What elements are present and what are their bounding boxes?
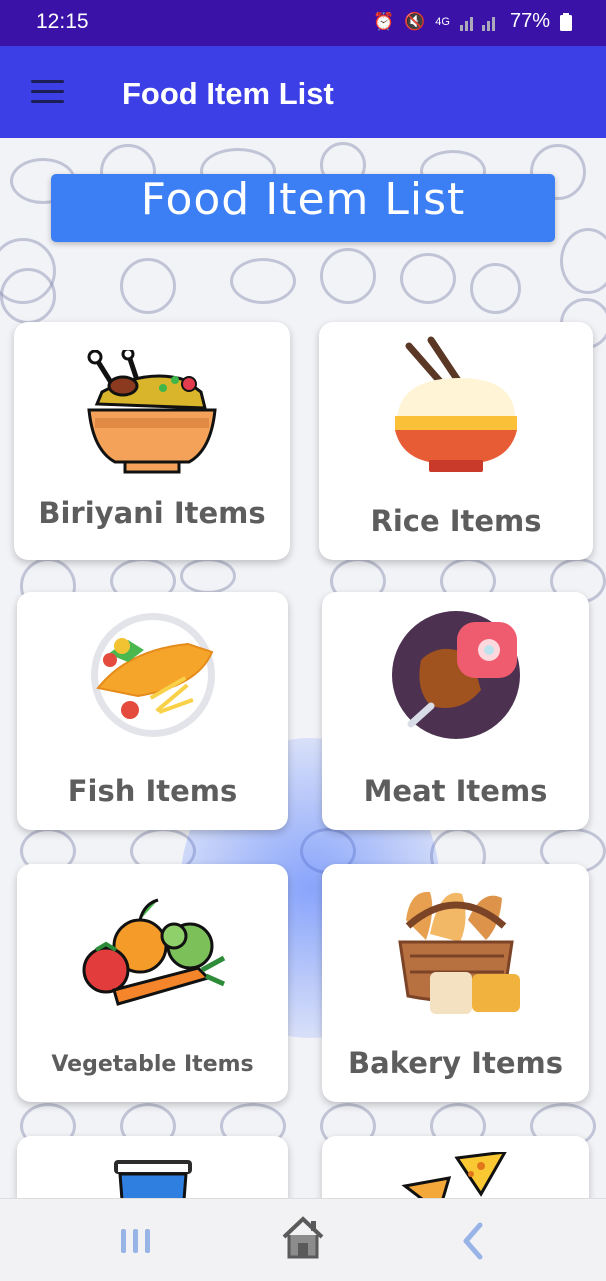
biriyani-bowl-icon [87,350,217,474]
category-card-drink[interactable] [17,1136,288,1198]
category-card-fish[interactable]: Fish Items [17,592,288,830]
card-label: Meat Items [363,774,548,808]
battery-icon [560,12,572,31]
alarm-icon: ⏰ [372,11,395,31]
recent-apps-icon[interactable] [118,1223,154,1259]
banner-title: Food Item List [140,174,466,225]
card-label: Bakery Items [348,1046,563,1080]
card-label: Vegetable Items [51,1052,254,1077]
status-time: 12:15 [36,10,89,33]
app-bar-title: Food Item List [122,76,334,111]
content-area[interactable]: Food Item List Biriyani Items Rice Items [0,138,606,1198]
category-card-rice[interactable]: Rice Items [319,322,593,560]
card-label: Rice Items [370,504,542,538]
signal-label: 4G [435,15,450,28]
category-card-snacks[interactable] [322,1136,589,1198]
system-nav-bar [0,1198,606,1281]
nachos-icon [400,1152,507,1198]
hamburger-menu-icon[interactable] [31,80,64,104]
category-card-bakery[interactable]: Bakery Items [322,864,589,1102]
status-bar: 12:15 ⏰ 🔇 4G 77% [0,0,606,46]
category-card-biriyani[interactable]: Biriyani Items [14,322,290,560]
page-banner: Food Item List [51,174,555,242]
category-card-vegetable[interactable]: Vegetable Items [17,864,288,1102]
home-icon[interactable] [280,1215,326,1261]
rice-bowl-icon [395,336,517,472]
card-label: Fish Items [67,774,238,808]
bread-basket-icon [397,891,520,1014]
drink-cup-icon [113,1160,192,1198]
card-label: Biriyani Items [38,496,266,530]
vegetables-icon [82,898,225,1006]
meat-icon [391,611,520,739]
back-icon[interactable] [458,1221,488,1261]
fish-plate-icon [90,613,215,737]
mute-icon: 🔇 [404,11,426,31]
signal-icon [459,16,495,31]
category-card-meat[interactable]: Meat Items [322,592,589,830]
battery-percent: 77% [509,10,550,32]
